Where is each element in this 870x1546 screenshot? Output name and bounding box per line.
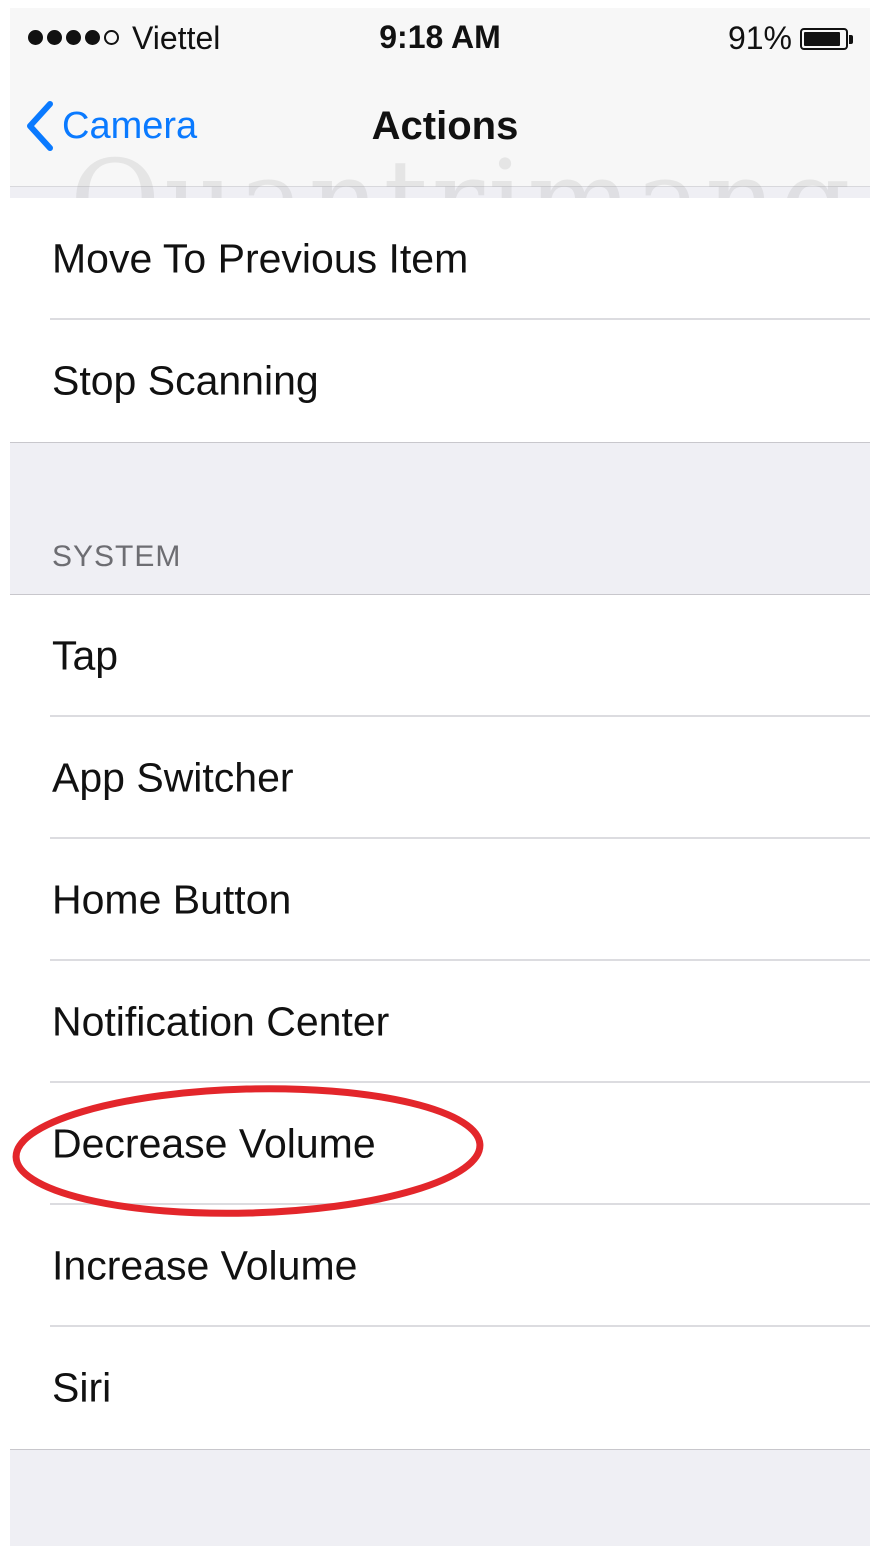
list-item-tap[interactable]: Tap — [10, 595, 870, 717]
list-item-label: Increase Volume — [52, 1242, 358, 1289]
battery-percent: 91% — [727, 20, 792, 56]
battery-icon — [800, 28, 856, 52]
list-item-label: Decrease Volume — [52, 1120, 376, 1167]
list-item-app-switcher[interactable]: App Switcher — [10, 717, 870, 839]
list-item-label: Stop Scanning — [52, 357, 319, 404]
list-item-decrease-volume[interactable]: Decrease Volume — [10, 1083, 870, 1205]
page-title: Actions — [371, 104, 519, 148]
status-bar: Viettel 9:18 AM 91% — [10, 8, 870, 68]
list-item-label: Move To Previous Item — [52, 235, 469, 282]
actions-list: Move To Previous Item Stop Scanning — [10, 198, 870, 443]
list-item-label: Tap — [52, 632, 119, 679]
list-item-label: Notification Center — [52, 998, 390, 1045]
section-header-system: SYSTEM — [52, 540, 182, 573]
top-bars: Viettel 9:18 AM 91% Camera Actions — [10, 8, 870, 187]
list-item-label: Siri — [52, 1364, 112, 1411]
list-item-home-button[interactable]: Home Button — [10, 839, 870, 961]
screen: Viettel 9:18 AM 91% Camera Actions Quant… — [10, 8, 870, 1546]
list-item-label: App Switcher — [52, 754, 294, 801]
list-item[interactable]: Stop Scanning — [10, 320, 870, 442]
list-item-notification-center[interactable]: Notification Center — [10, 961, 870, 1083]
list-item-increase-volume[interactable]: Increase Volume — [10, 1205, 870, 1327]
navigation-bar: Camera Actions — [10, 68, 870, 186]
list-item-siri[interactable]: Siri — [10, 1327, 870, 1449]
list-item-label: Home Button — [52, 876, 292, 923]
system-list: Tap App Switcher Home Button Notificatio… — [10, 594, 870, 1450]
battery-fill — [804, 32, 841, 46]
list-item[interactable]: Move To Previous Item — [10, 198, 870, 320]
